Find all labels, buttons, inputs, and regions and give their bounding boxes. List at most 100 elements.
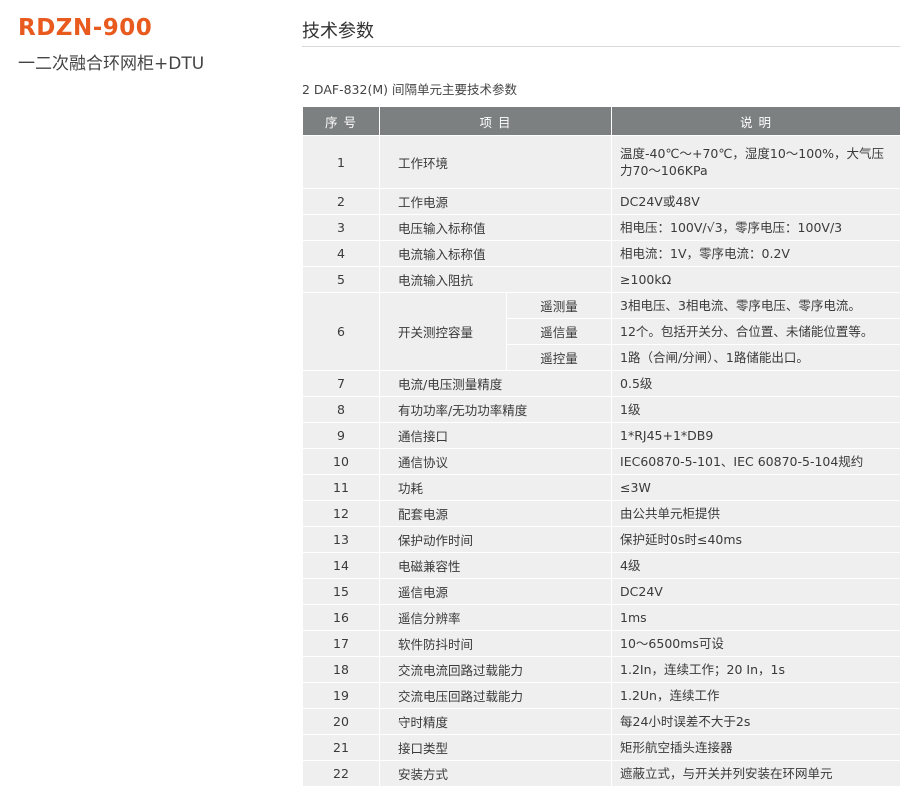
- row-item: 安装方式: [378, 760, 613, 787]
- row-item: 通信协议: [378, 448, 613, 475]
- table-row: 2 工作电源 DC24V或48V: [302, 188, 902, 215]
- row-item: 配套电源: [378, 500, 613, 527]
- row-item: 通信接口: [378, 422, 613, 449]
- row-description: 12个。包括开关分、合位置、未储能位置等。: [611, 318, 902, 345]
- row-item: 保护动作时间: [378, 526, 613, 553]
- table-body: 1 工作环境 温度-40℃～+70℃，湿度10～100%，大气压力70～106KPa…: [302, 135, 902, 787]
- row-description: 矩形航空插头连接器: [611, 734, 902, 761]
- section-divider: [302, 46, 900, 47]
- row-item: 电压输入标称值: [378, 214, 613, 241]
- row-item: 功耗: [378, 474, 613, 501]
- row-item: 电流/电压测量精度: [378, 370, 613, 397]
- row-description: 0.5级: [611, 370, 902, 397]
- table-row: 6 开关测控容量 遥测量 3相电压、3相电流、零序电压、零序电流。: [302, 292, 902, 371]
- row-number: 13: [302, 526, 380, 553]
- row-description: 遮蔽立式，与开关并列安装在环网单元: [611, 760, 902, 787]
- header-item: 项 目: [378, 106, 613, 136]
- table-row: 18 交流电流回路过载能力 1.2In，连续工作；20 In，1s: [302, 656, 902, 683]
- row-number: 7: [302, 370, 380, 397]
- row-number: 17: [302, 630, 380, 657]
- row-description: 1.2Un，连续工作: [611, 682, 902, 709]
- row-number: 18: [302, 656, 380, 683]
- row-number: 19: [302, 682, 380, 709]
- row-number: 9: [302, 422, 380, 449]
- product-name: RDZN-900: [18, 15, 153, 41]
- row-description: 由公共单元柜提供: [611, 500, 902, 527]
- table-row: 22 安装方式 遮蔽立式，与开关并列安装在环网单元: [302, 760, 902, 787]
- row-item: 接口类型: [378, 734, 613, 761]
- row-number: 21: [302, 734, 380, 761]
- row-number: 11: [302, 474, 380, 501]
- row-item: 有功功率/无功功率精度: [378, 396, 613, 423]
- table-row: 12 配套电源 由公共单元柜提供: [302, 500, 902, 527]
- row-item: 交流电压回路过载能力: [378, 682, 613, 709]
- row-description: 相电流：1V，零序电流：0.2V: [611, 240, 902, 267]
- row-number: 20: [302, 708, 380, 735]
- row-number: 10: [302, 448, 380, 475]
- row-item: 电流输入标称值: [378, 240, 613, 267]
- row-number: 16: [302, 604, 380, 631]
- row-subitem: 遥信量: [505, 318, 613, 345]
- table-row: 16 遥信分辨率 1ms: [302, 604, 902, 631]
- row-number: 22: [302, 760, 380, 787]
- row-description: DC24V或48V: [611, 188, 902, 215]
- table-row: 7 电流/电压测量精度 0.5级: [302, 370, 902, 397]
- row-item: 遥信电源: [378, 578, 613, 605]
- row-item: 电流输入阻抗: [378, 266, 613, 293]
- section-title: 技术参数: [302, 21, 374, 42]
- product-subtitle: 一二次融合环网柜+DTU: [18, 54, 205, 74]
- row-item: 交流电流回路过载能力: [378, 656, 613, 683]
- header-desc: 说 明: [611, 106, 902, 136]
- row-number: 1: [302, 135, 380, 189]
- row-description: 温度-40℃～+70℃，湿度10～100%，大气压力70～106KPa: [611, 135, 902, 189]
- table-row: 21 接口类型 矩形航空插头连接器: [302, 734, 902, 761]
- row-number: 2: [302, 188, 380, 215]
- row-subitem: 遥控量: [505, 344, 613, 371]
- row-item: 遥信分辨率: [378, 604, 613, 631]
- table-row: 15 遥信电源 DC24V: [302, 578, 902, 605]
- table-caption: 2 DAF-832(M) 间隔单元主要技术参数: [302, 82, 517, 97]
- table-row: 10 通信协议 IEC60870-5-101、IEC 60870-5-104规约: [302, 448, 902, 475]
- row-number: 3: [302, 214, 380, 241]
- table-row: 20 守时精度 每24小时误差不大于2s: [302, 708, 902, 735]
- header-no: 序 号: [302, 106, 380, 136]
- row-subitem: 遥测量: [505, 292, 613, 319]
- row-item: 电磁兼容性: [378, 552, 613, 579]
- row-description: 4级: [611, 552, 902, 579]
- table-row: 17 软件防抖时间 10～6500ms可设: [302, 630, 902, 657]
- table-row: 5 电流输入阻抗 ≥100kΩ: [302, 266, 902, 293]
- table-row: 19 交流电压回路过载能力 1.2Un，连续工作: [302, 682, 902, 709]
- table-row: 3 电压输入标称值 相电压：100V/√3，零序电压：100V/3: [302, 214, 902, 241]
- row-description: 保护延时0s时≤40ms: [611, 526, 902, 553]
- row-number: 5: [302, 266, 380, 293]
- table-row: 14 电磁兼容性 4级: [302, 552, 902, 579]
- table-row: 4 电流输入标称值 相电流：1V，零序电流：0.2V: [302, 240, 902, 267]
- row-description: DC24V: [611, 578, 902, 605]
- table-row: 11 功耗 ≤3W: [302, 474, 902, 501]
- row-description: IEC60870-5-101、IEC 60870-5-104规约: [611, 448, 902, 475]
- row-description: 相电压：100V/√3，零序电压：100V/3: [611, 214, 902, 241]
- row-description: 10～6500ms可设: [611, 630, 902, 657]
- row-number: 4: [302, 240, 380, 267]
- row-number: 12: [302, 500, 380, 527]
- row-item: 守时精度: [378, 708, 613, 735]
- table-row: 8 有功功率/无功功率精度 1级: [302, 396, 902, 423]
- row-description: 1ms: [611, 604, 902, 631]
- row-number: 15: [302, 578, 380, 605]
- row-description: 3相电压、3相电流、零序电压、零序电流。: [611, 292, 902, 319]
- row-item: 工作环境: [378, 135, 613, 189]
- row-item: 工作电源: [378, 188, 613, 215]
- row-description: 1*RJ45+1*DB9: [611, 422, 902, 449]
- row-item: 开关测控容量: [379, 292, 507, 371]
- row-description: 1.2In，连续工作；20 In，1s: [611, 656, 902, 683]
- table-header-row: 序 号 项 目 说 明: [302, 106, 902, 136]
- row-description: 每24小时误差不大于2s: [611, 708, 902, 735]
- row-number: 8: [302, 396, 380, 423]
- row-description: 1路（合闸/分闸）、1路储能出口。: [611, 344, 902, 371]
- row-item: 软件防抖时间: [378, 630, 613, 657]
- table-row: 9 通信接口 1*RJ45+1*DB9: [302, 422, 902, 449]
- row-description: ≤3W: [611, 474, 902, 501]
- row-number: 6: [302, 292, 380, 371]
- row-number: 14: [302, 552, 380, 579]
- params-table: 序 号 项 目 说 明 1 工作环境 温度-40℃～+70℃，湿度10～100%，大…: [302, 106, 902, 787]
